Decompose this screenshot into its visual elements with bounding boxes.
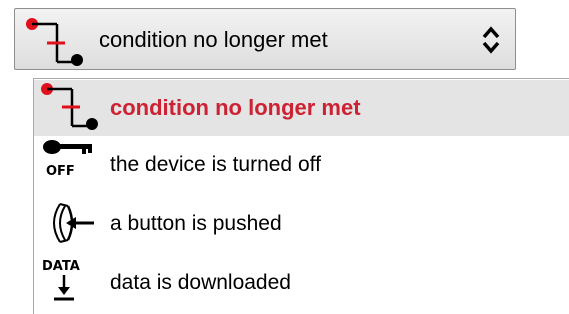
condition-icon [26, 18, 83, 66]
option-label: the device is turned off [110, 153, 321, 176]
key-off-icon: OFF [43, 140, 92, 179]
data-download-icon: DATA [42, 259, 80, 301]
off-icon-text: OFF [46, 164, 75, 179]
condition-icon [41, 83, 98, 130]
option-device-turned-off[interactable]: OFF the device is turned off [34, 137, 569, 193]
data-icon-text: DATA [42, 259, 80, 274]
trigger-select[interactable]: condition no longer met [14, 8, 516, 70]
option-label: a button is pushed [110, 212, 282, 235]
button-push-icon [53, 203, 94, 243]
option-data-downloaded[interactable]: DATA data is downloaded [34, 255, 569, 311]
option-condition-no-longer-met[interactable]: condition no longer met [34, 80, 569, 136]
option-label: data is downloaded [110, 271, 291, 294]
updown-chevron-icon [482, 26, 500, 54]
trigger-select-widget: condition no longer met condition no lon… [0, 0, 569, 314]
option-button-pushed[interactable]: a button is pushed [34, 196, 569, 252]
selected-value: condition no longer met [99, 27, 328, 52]
dropdown-list: condition no longer met OFF the device i… [33, 78, 569, 314]
option-label: condition no longer met [110, 95, 361, 120]
